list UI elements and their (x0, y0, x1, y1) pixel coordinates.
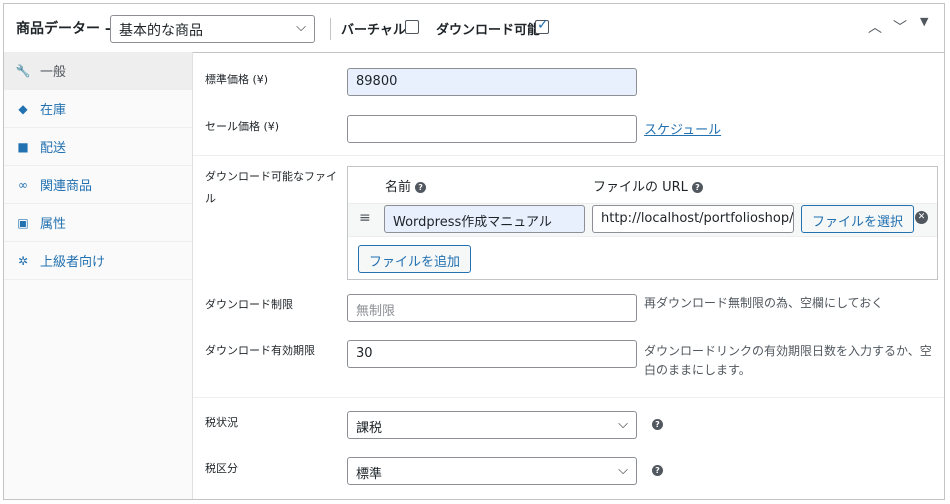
sale-price-input[interactable] (347, 115, 637, 143)
link-icon: ∞ (18, 177, 28, 192)
help-icon[interactable]: ? (652, 419, 663, 430)
file-url-input[interactable]: http://localhost/portfolioshop/s (592, 205, 794, 233)
downloadable-files-label: ダウンロード可能なファイル (205, 170, 337, 205)
tax-status-value: 課税 (356, 421, 383, 436)
downloadable-label: ダウンロード可能: (436, 23, 546, 38)
downloadable-checkbox[interactable]: ✓ (535, 17, 549, 34)
tab-inventory[interactable]: ◆ 在庫 (4, 90, 192, 128)
wrench-icon: 🔧 (15, 63, 31, 78)
section-divider (193, 397, 944, 398)
file-name-input[interactable]: Wordpress作成マニュアル (384, 205, 585, 233)
chevron-down-icon: ⌵ (296, 20, 306, 35)
product-type-value: 基本的な商品 (119, 23, 203, 39)
section-divider (193, 155, 944, 156)
tab-attributes[interactable]: ▣ 属性 (4, 204, 192, 242)
product-data-tabs: 🔧 一般 ◆ 在庫 ■ 配送 ∞ 関連商品 ▣ 属性 ✲ 上級者向け (4, 52, 193, 499)
drag-handle-icon[interactable]: ≡ (359, 210, 371, 226)
download-expiry-input[interactable]: 30 (347, 340, 637, 368)
chevron-up-icon[interactable]: ︿ (868, 17, 882, 37)
download-expiry-label: ダウンロード有効期限 (205, 344, 315, 357)
download-expiry-value: 30 (356, 346, 373, 361)
tax-status-select[interactable]: 課税 ⌵ (347, 411, 637, 439)
chevron-down-icon: ⌵ (618, 417, 628, 432)
virtual-checkbox[interactable] (405, 20, 419, 34)
download-expiry-help: ダウンロードリンクの有効期限日数を入力するか、空白のままにします。 (644, 344, 932, 377)
tab-shipping[interactable]: ■ 配送 (4, 128, 192, 166)
regular-price-input[interactable]: 89800 (347, 68, 637, 96)
product-type-select[interactable]: 基本的な商品 ⌵ (110, 15, 315, 43)
files-col-name: 名前? (385, 176, 427, 195)
tab-advanced[interactable]: ✲ 上級者向け (4, 242, 192, 280)
table-icon: ▣ (17, 215, 29, 230)
file-name-value: Wordpress作成マニュアル (393, 215, 552, 230)
tag-icon: ◆ (18, 101, 28, 116)
gear-icon: ✲ (17, 253, 29, 268)
choose-file-button[interactable]: ファイルを選択 (801, 205, 915, 233)
tab-linked-products[interactable]: ∞ 関連商品 (4, 166, 192, 204)
sale-price-label: セール価格 (¥) (205, 120, 280, 133)
file-row: ≡ Wordpress作成マニュアル http://localhost/port… (348, 203, 937, 237)
schedule-link[interactable]: スケジュール (644, 119, 721, 138)
files-col-name-text: 名前 (385, 180, 412, 195)
header-divider (330, 18, 331, 40)
tax-class-value: 標準 (356, 467, 383, 482)
tax-class-label: 税区分 (205, 462, 238, 475)
tab-general[interactable]: 🔧 一般 (4, 52, 192, 90)
caret-down-icon[interactable]: ▼ (920, 15, 928, 28)
files-col-url: ファイルの URL? (593, 176, 703, 195)
file-url-value: http://localhost/portfolioshop/s (601, 211, 794, 226)
panel-title: 商品データー — (16, 21, 119, 37)
help-icon[interactable]: ? (691, 182, 703, 193)
truck-icon: ■ (17, 139, 29, 154)
files-col-url-text: ファイルの URL (593, 180, 688, 195)
downloadable-files-table: 名前? ファイルの URL? ≡ Wordpress作成マニュアル http:/… (347, 166, 938, 280)
tab-label: 一般 (40, 65, 67, 80)
download-limit-placeholder: 無制限 (356, 304, 396, 319)
download-limit-label: ダウンロード制限 (205, 298, 293, 311)
chevron-down-icon: ⌵ (618, 463, 628, 478)
help-icon[interactable]: ? (652, 465, 663, 476)
virtual-label: バーチャル: (341, 23, 412, 38)
check-icon: ✓ (537, 17, 549, 33)
download-limit-input[interactable]: 無制限 (347, 294, 637, 322)
regular-price-value: 89800 (356, 74, 398, 89)
tax-class-select[interactable]: 標準 ⌵ (347, 457, 637, 485)
tab-label: 上級者向け (40, 255, 106, 270)
product-data-panel: 商品データー — 基本的な商品 ⌵ バーチャル: ダウンロード可能: ✓ ︿ ﹀… (3, 3, 945, 500)
remove-file-icon[interactable]: ✕ (915, 211, 928, 224)
download-limit-help: 再ダウンロード無制限の為、空欄にしておく (644, 296, 884, 310)
help-icon[interactable]: ? (415, 182, 427, 193)
regular-price-label: 標準価格 (¥) (205, 73, 269, 86)
tab-label: 在庫 (40, 103, 67, 118)
tax-status-label: 税状況 (205, 416, 238, 429)
product-data-header: 商品データー — 基本的な商品 ⌵ バーチャル: ダウンロード可能: ✓ ︿ ﹀… (4, 4, 944, 53)
add-file-button[interactable]: ファイルを追加 (358, 245, 472, 273)
tab-label: 配送 (40, 141, 67, 156)
tab-label: 関連商品 (40, 179, 93, 194)
chevron-down-icon[interactable]: ﹀ (893, 17, 907, 37)
tab-label: 属性 (40, 217, 67, 232)
